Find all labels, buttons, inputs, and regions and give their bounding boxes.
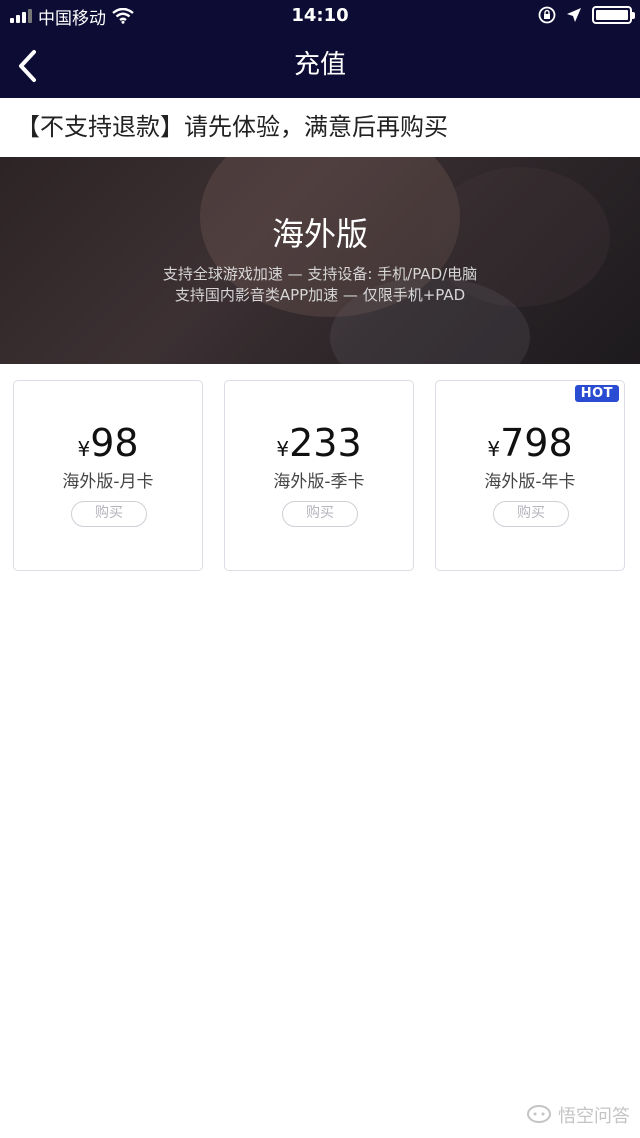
banner-line-1: 支持全球游戏加速 — 支持设备: 手机/PAD/电脑 bbox=[162, 265, 478, 283]
page-title: 充值 bbox=[293, 50, 346, 80]
rotation-lock-icon bbox=[538, 6, 556, 24]
banner-line-2: 支持国内影音类APP加速 — 仅限手机+PAD bbox=[174, 286, 466, 304]
plan-card-monthly[interactable]: ¥98 海外版-月卡 购买 bbox=[13, 380, 203, 571]
plan-card-quarterly[interactable]: ¥233 海外版-季卡 购买 bbox=[224, 380, 414, 571]
plan-price: ¥798 bbox=[436, 421, 624, 465]
plan-price: ¥98 bbox=[14, 421, 202, 465]
banner-title: 海外版 bbox=[271, 215, 368, 253]
status-bar: 中国移动 14:10 bbox=[0, 0, 640, 32]
refund-notice: 【不支持退款】请先体验，满意后再购买 bbox=[16, 113, 448, 141]
plan-name: 海外版-年卡 bbox=[484, 472, 576, 492]
plan-price: ¥233 bbox=[225, 421, 413, 465]
buy-button[interactable]: 购买 bbox=[493, 501, 569, 527]
currency-symbol: ¥ bbox=[487, 437, 501, 461]
location-icon bbox=[567, 8, 581, 22]
buy-button[interactable]: 购买 bbox=[282, 501, 358, 527]
buy-button[interactable]: 购买 bbox=[71, 501, 147, 527]
status-right bbox=[538, 6, 635, 24]
top-bar: 中国移动 14:10 充值 bbox=[0, 0, 640, 98]
plan-name: 海外版-季卡 bbox=[273, 472, 365, 492]
price-value: 98 bbox=[90, 421, 139, 465]
watermark-text: 悟空问答 bbox=[558, 1106, 630, 1127]
currency-symbol: ¥ bbox=[276, 437, 290, 461]
nav-bar: 充值 bbox=[0, 32, 640, 98]
watermark: 悟空问答 bbox=[526, 1102, 630, 1128]
speech-bubble-icon bbox=[527, 1105, 551, 1123]
price-value: 233 bbox=[289, 421, 362, 465]
plan-card-yearly[interactable]: HOT ¥798 海外版-年卡 购买 bbox=[435, 380, 625, 571]
battery-icon bbox=[592, 6, 635, 24]
currency-symbol: ¥ bbox=[77, 437, 91, 461]
plan-name: 海外版-月卡 bbox=[62, 472, 154, 492]
price-value: 798 bbox=[500, 421, 573, 465]
hot-badge: HOT bbox=[574, 385, 619, 402]
plan-banner: 海外版 支持全球游戏加速 — 支持设备: 手机/PAD/电脑 支持国内影音类AP… bbox=[0, 157, 640, 364]
